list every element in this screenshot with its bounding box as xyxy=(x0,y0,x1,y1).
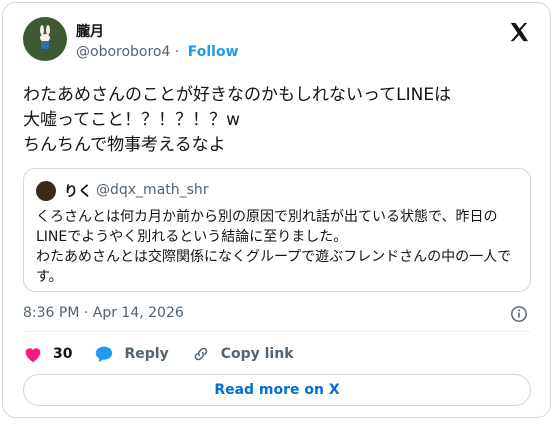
like-count: 30 xyxy=(53,346,73,362)
reply-button[interactable]: Reply xyxy=(94,345,169,363)
x-logo-icon[interactable] xyxy=(508,21,530,43)
separator: · xyxy=(174,44,180,60)
quoted-tweet[interactable]: りく @dqx_math_shr くろさんとは何カ月か前から別の原因で別れ話が出… xyxy=(23,168,531,292)
copy-link-label: Copy link xyxy=(220,346,294,362)
tweet-embed-card: 朧月 @oboroboro4 · Follow わたあめさんのことが好きなのかも… xyxy=(2,2,551,418)
reply-icon xyxy=(96,346,113,363)
action-bar: 30 Reply Copy link xyxy=(23,343,316,365)
tweet-text: わたあめさんのことが好きなのかもしれないってLINEは 大嘘ってこと！？！？！？… xyxy=(23,85,452,155)
tweet-timestamp[interactable]: 8:36 PM · Apr 14, 2026 xyxy=(23,305,184,321)
read-more-label: Read more on X xyxy=(214,382,340,398)
quoted-author-avatar xyxy=(36,181,56,201)
reply-label: Reply xyxy=(124,346,169,362)
link-icon xyxy=(194,347,207,361)
bunny-avatar-icon xyxy=(40,25,50,49)
divider xyxy=(23,331,531,332)
author-display-name[interactable]: 朧月 xyxy=(76,21,104,41)
follow-button[interactable]: Follow xyxy=(188,44,239,60)
quoted-author-name: りく xyxy=(64,184,92,200)
quoted-author-handle: @dqx_math_shr xyxy=(96,182,209,198)
copy-link-button[interactable]: Copy link xyxy=(191,345,294,363)
quoted-tweet-text: くろさんとは何カ月か前から別の原因で別れ話が出ている状態で、昨日のLINEでよう… xyxy=(36,209,512,285)
like-button[interactable]: 30 xyxy=(23,345,72,363)
info-icon[interactable] xyxy=(510,305,528,323)
read-more-button[interactable]: Read more on X xyxy=(23,374,531,406)
heart-icon xyxy=(25,348,41,363)
author-avatar[interactable] xyxy=(23,17,67,61)
author-handle[interactable]: @oboroboro4 xyxy=(76,44,170,60)
author-handle-row: @oboroboro4 · Follow xyxy=(76,44,239,60)
